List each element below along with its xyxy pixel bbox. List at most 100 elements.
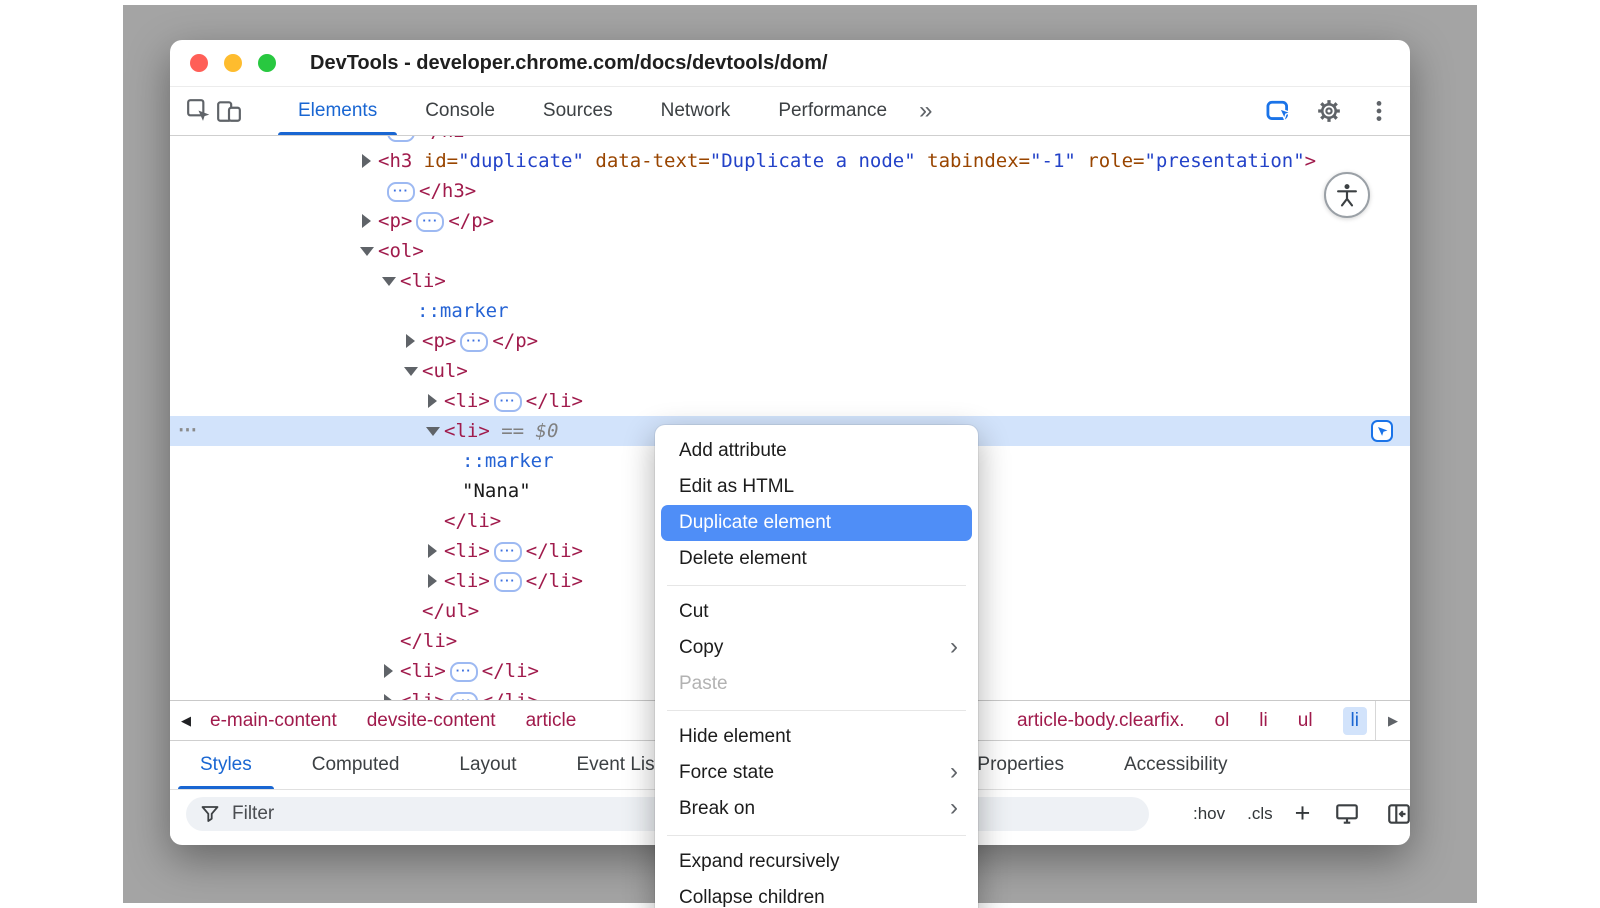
pane-tab-computed[interactable]: Computed — [282, 741, 430, 789]
tab-elements[interactable]: Elements — [274, 87, 401, 135]
disclosure-slot — [382, 687, 400, 701]
element-classes-button[interactable]: .cls — [1247, 804, 1273, 824]
context-menu-item-force-state[interactable]: Force state› — [661, 755, 972, 791]
inline-expand-badge[interactable]: ··· — [450, 662, 478, 682]
disclosure-triangle-icon[interactable] — [404, 367, 418, 376]
breadcrumb-item-ul[interactable]: ul — [1298, 710, 1313, 732]
rendering-emulation-icon[interactable] — [1332, 799, 1362, 829]
context-menu-item-collapse-children[interactable]: Collapse children — [661, 880, 972, 908]
kebab-menu-icon[interactable] — [1364, 96, 1394, 126]
disclosure-triangle-icon[interactable] — [360, 247, 374, 256]
tab-console[interactable]: Console — [401, 87, 519, 135]
tab-network[interactable]: Network — [637, 87, 755, 135]
breadcrumb-scroll-left[interactable]: ◀ — [170, 701, 202, 740]
dom-tree-row[interactable]: <ul> — [170, 356, 1410, 386]
breadcrumb-item-e-main-content[interactable]: e-main-content — [210, 710, 337, 732]
inline-expand-badge[interactable]: ··· — [450, 692, 478, 700]
breadcrumb-scroll-right[interactable]: ▶ — [1375, 701, 1410, 740]
inline-expand-badge[interactable]: ··· — [387, 136, 415, 142]
code-token: <li> — [400, 690, 446, 700]
inline-expand-badge[interactable]: ··· — [494, 542, 522, 562]
pane-tab-accessibility[interactable]: Accessibility — [1094, 741, 1257, 789]
dom-tree-row[interactable]: <ol> — [170, 236, 1410, 266]
scroll-into-view-icon[interactable] — [1370, 419, 1394, 443]
dom-tree-row[interactable]: <p>···</p> — [170, 326, 1410, 356]
tab-performance[interactable]: Performance — [754, 87, 911, 135]
breadcrumb-item-article[interactable]: article — [526, 710, 577, 732]
menu-separator — [667, 710, 966, 711]
context-menu-item-hide-element[interactable]: Hide element — [661, 719, 972, 755]
code-token: </p> — [448, 210, 494, 232]
inline-expand-badge[interactable]: ··· — [494, 572, 522, 592]
filter-funnel-icon — [200, 804, 220, 824]
inline-expand-badge[interactable]: ··· — [416, 212, 444, 232]
disclosure-triangle-icon[interactable] — [426, 427, 440, 436]
element-picker-icon[interactable] — [1264, 96, 1294, 126]
disclosure-triangle-icon[interactable] — [362, 214, 371, 228]
code-token: </li> — [526, 540, 583, 562]
pane-tab-layout[interactable]: Layout — [429, 741, 546, 789]
inline-expand-badge[interactable]: ··· — [460, 332, 488, 352]
dom-tree-row[interactable]: ::marker — [170, 296, 1410, 326]
disclosure-triangle-icon[interactable] — [428, 574, 437, 588]
pane-tab-styles[interactable]: Styles — [170, 741, 282, 789]
disclosure-slot — [382, 267, 400, 297]
code-token: </li> — [400, 630, 457, 652]
accessibility-widget-button[interactable] — [1324, 172, 1370, 218]
inline-expand-badge[interactable]: ··· — [387, 182, 415, 202]
disclosure-triangle-icon[interactable] — [382, 277, 396, 286]
breadcrumb-item-article-body-clearfix[interactable]: article-body.clearfix. — [1017, 710, 1185, 732]
context-menu-item-break-on[interactable]: Break on› — [661, 791, 972, 827]
code-token: > — [1305, 150, 1316, 172]
close-button[interactable] — [190, 54, 208, 72]
disclosure-triangle-icon[interactable] — [384, 694, 393, 701]
submenu-chevron-icon: › — [950, 760, 958, 784]
breadcrumb-item-li[interactable]: li — [1343, 707, 1367, 735]
menu-item-label: Hide element — [679, 726, 791, 748]
code-token: "Duplicate a node" — [710, 150, 916, 172]
context-menu-item-add-attribute[interactable]: Add attribute — [661, 433, 972, 469]
disclosure-triangle-icon[interactable] — [428, 394, 437, 408]
inline-expand-badge[interactable]: ··· — [494, 392, 522, 412]
code-token: == — [490, 420, 536, 442]
disclosure-slot — [360, 147, 378, 177]
dom-tree-row[interactable]: <h3 id="duplicate" data-text="Duplicate … — [170, 146, 1410, 176]
new-style-rule-button[interactable]: + — [1295, 800, 1311, 827]
dom-tree-row[interactable]: ···</h3> — [170, 176, 1410, 206]
disclosure-triangle-icon[interactable] — [406, 334, 415, 348]
dom-tree-row[interactable]: <li>···</li> — [170, 386, 1410, 416]
device-toolbar-icon[interactable] — [214, 96, 244, 126]
menu-item-label: Duplicate element — [679, 512, 831, 534]
context-menu-item-edit-as-html[interactable]: Edit as HTML — [661, 469, 972, 505]
inspect-cursor-icon[interactable] — [184, 96, 214, 126]
disclosure-slot — [360, 237, 378, 267]
breadcrumb-item-ol[interactable]: ol — [1215, 710, 1230, 732]
dom-tree-row[interactable]: <li> — [170, 266, 1410, 296]
more-tabs-icon[interactable]: » — [919, 99, 932, 123]
screenshot-stage: DevTools - developer.chrome.com/docs/dev… — [0, 0, 1600, 908]
disclosure-triangle-icon[interactable] — [428, 544, 437, 558]
disclosure-triangle-icon[interactable] — [362, 154, 371, 168]
zoom-button[interactable] — [258, 54, 276, 72]
code-token: </li> — [482, 660, 539, 682]
dock-sidebar-icon[interactable] — [1384, 799, 1410, 829]
minimize-button[interactable] — [224, 54, 242, 72]
settings-gear-icon[interactable] — [1314, 96, 1344, 126]
context-menu-item-duplicate-element[interactable]: Duplicate element — [661, 505, 972, 541]
tab-sources[interactable]: Sources — [519, 87, 637, 135]
context-menu-item-copy[interactable]: Copy› — [661, 630, 972, 666]
submenu-chevron-icon: › — [950, 635, 958, 659]
code-token: <li> — [400, 660, 446, 682]
context-menu-item-expand-recursively[interactable]: Expand recursively — [661, 844, 972, 880]
dom-tree-row[interactable]: ···</h2> — [170, 136, 1410, 146]
row-actions-dots[interactable]: ⋯ — [178, 416, 198, 446]
breadcrumb-item-li[interactable]: li — [1259, 710, 1267, 732]
code-token: <p> — [422, 330, 456, 352]
breadcrumb-item-devsite-content[interactable]: devsite-content — [367, 710, 496, 732]
dom-tree-row[interactable]: <p>···</p> — [170, 206, 1410, 236]
context-menu-item-cut[interactable]: Cut — [661, 594, 972, 630]
disclosure-triangle-icon[interactable] — [384, 664, 393, 678]
code-token: $0 — [536, 420, 559, 442]
toggle-element-state-button[interactable]: :hov — [1193, 804, 1225, 824]
context-menu-item-delete-element[interactable]: Delete element — [661, 541, 972, 577]
